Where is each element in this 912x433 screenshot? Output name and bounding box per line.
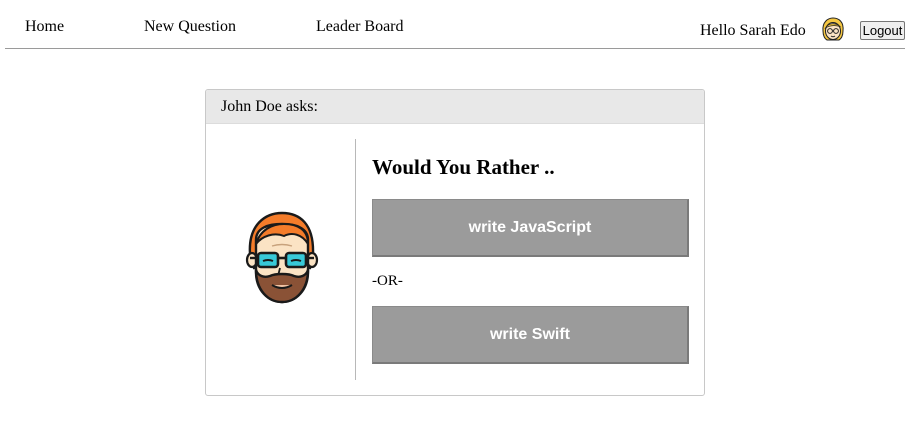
option-one-button[interactable]: write JavaScript [372, 199, 689, 257]
nav-home-link[interactable]: Home [25, 17, 64, 37]
nav-leader-board-link[interactable]: Leader Board [316, 17, 404, 37]
or-separator: -OR- [372, 273, 403, 289]
author-avatar-icon [245, 211, 319, 304]
card-divider [355, 139, 356, 380]
question-title: Would You Rather .. [372, 155, 555, 179]
user-avatar-icon [822, 17, 844, 41]
option-two-button[interactable]: write Swift [372, 306, 689, 364]
user-greeting: Hello Sarah Edo [700, 22, 806, 39]
logout-button[interactable]: Logout [860, 21, 905, 40]
nav-new-question-link[interactable]: New Question [144, 17, 236, 37]
question-card: John Doe asks: Would You Rather .. write… [205, 89, 705, 396]
question-author-header: John Doe asks: [206, 90, 704, 124]
top-nav: Home New Question Leader Board Hello Sar… [5, 0, 905, 49]
